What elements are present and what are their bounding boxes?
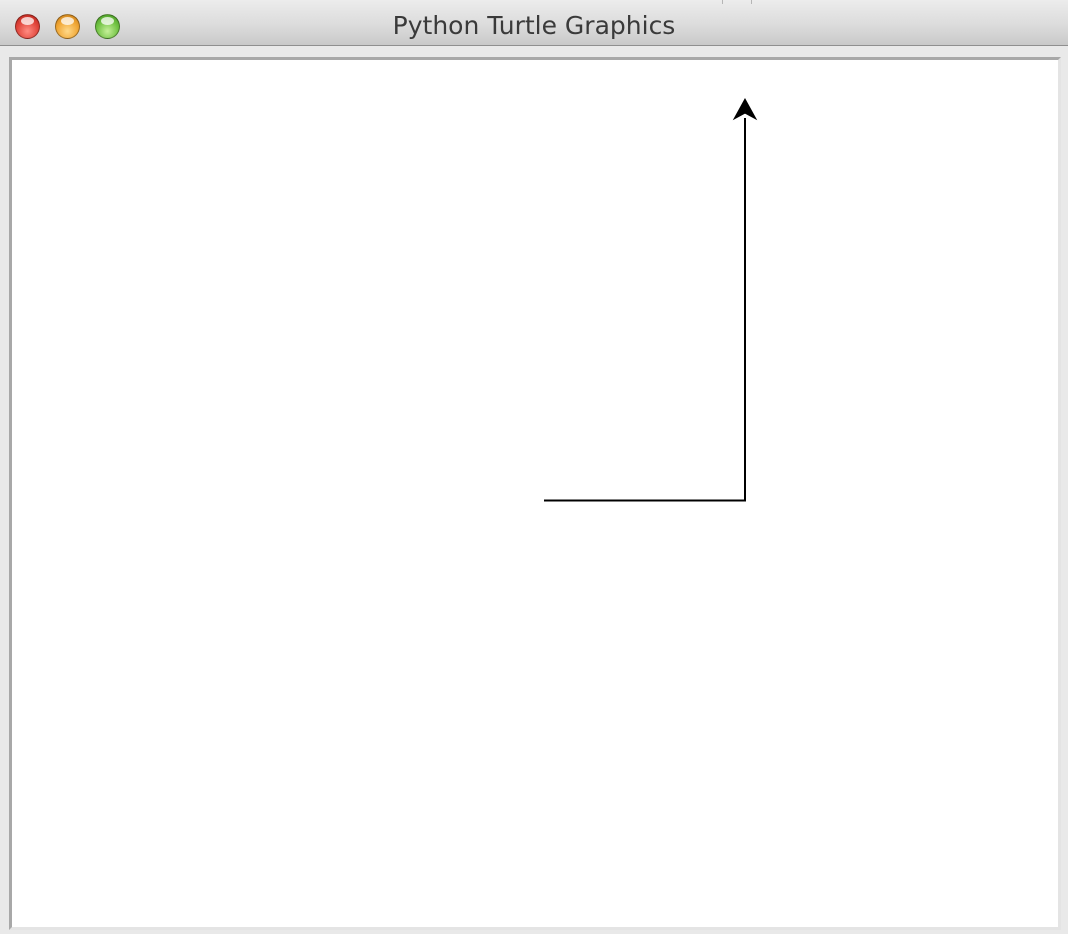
turtle-canvas-frame: [9, 57, 1061, 930]
window-title: Python Turtle Graphics: [392, 11, 676, 40]
canvas-background: [12, 60, 1058, 927]
title-bar-divider: [722, 0, 752, 4]
turtle-canvas[interactable]: [12, 60, 1058, 927]
turtle-window: Python Turtle Graphics: [0, 0, 1068, 934]
title-bar[interactable]: Python Turtle Graphics: [0, 0, 1068, 46]
